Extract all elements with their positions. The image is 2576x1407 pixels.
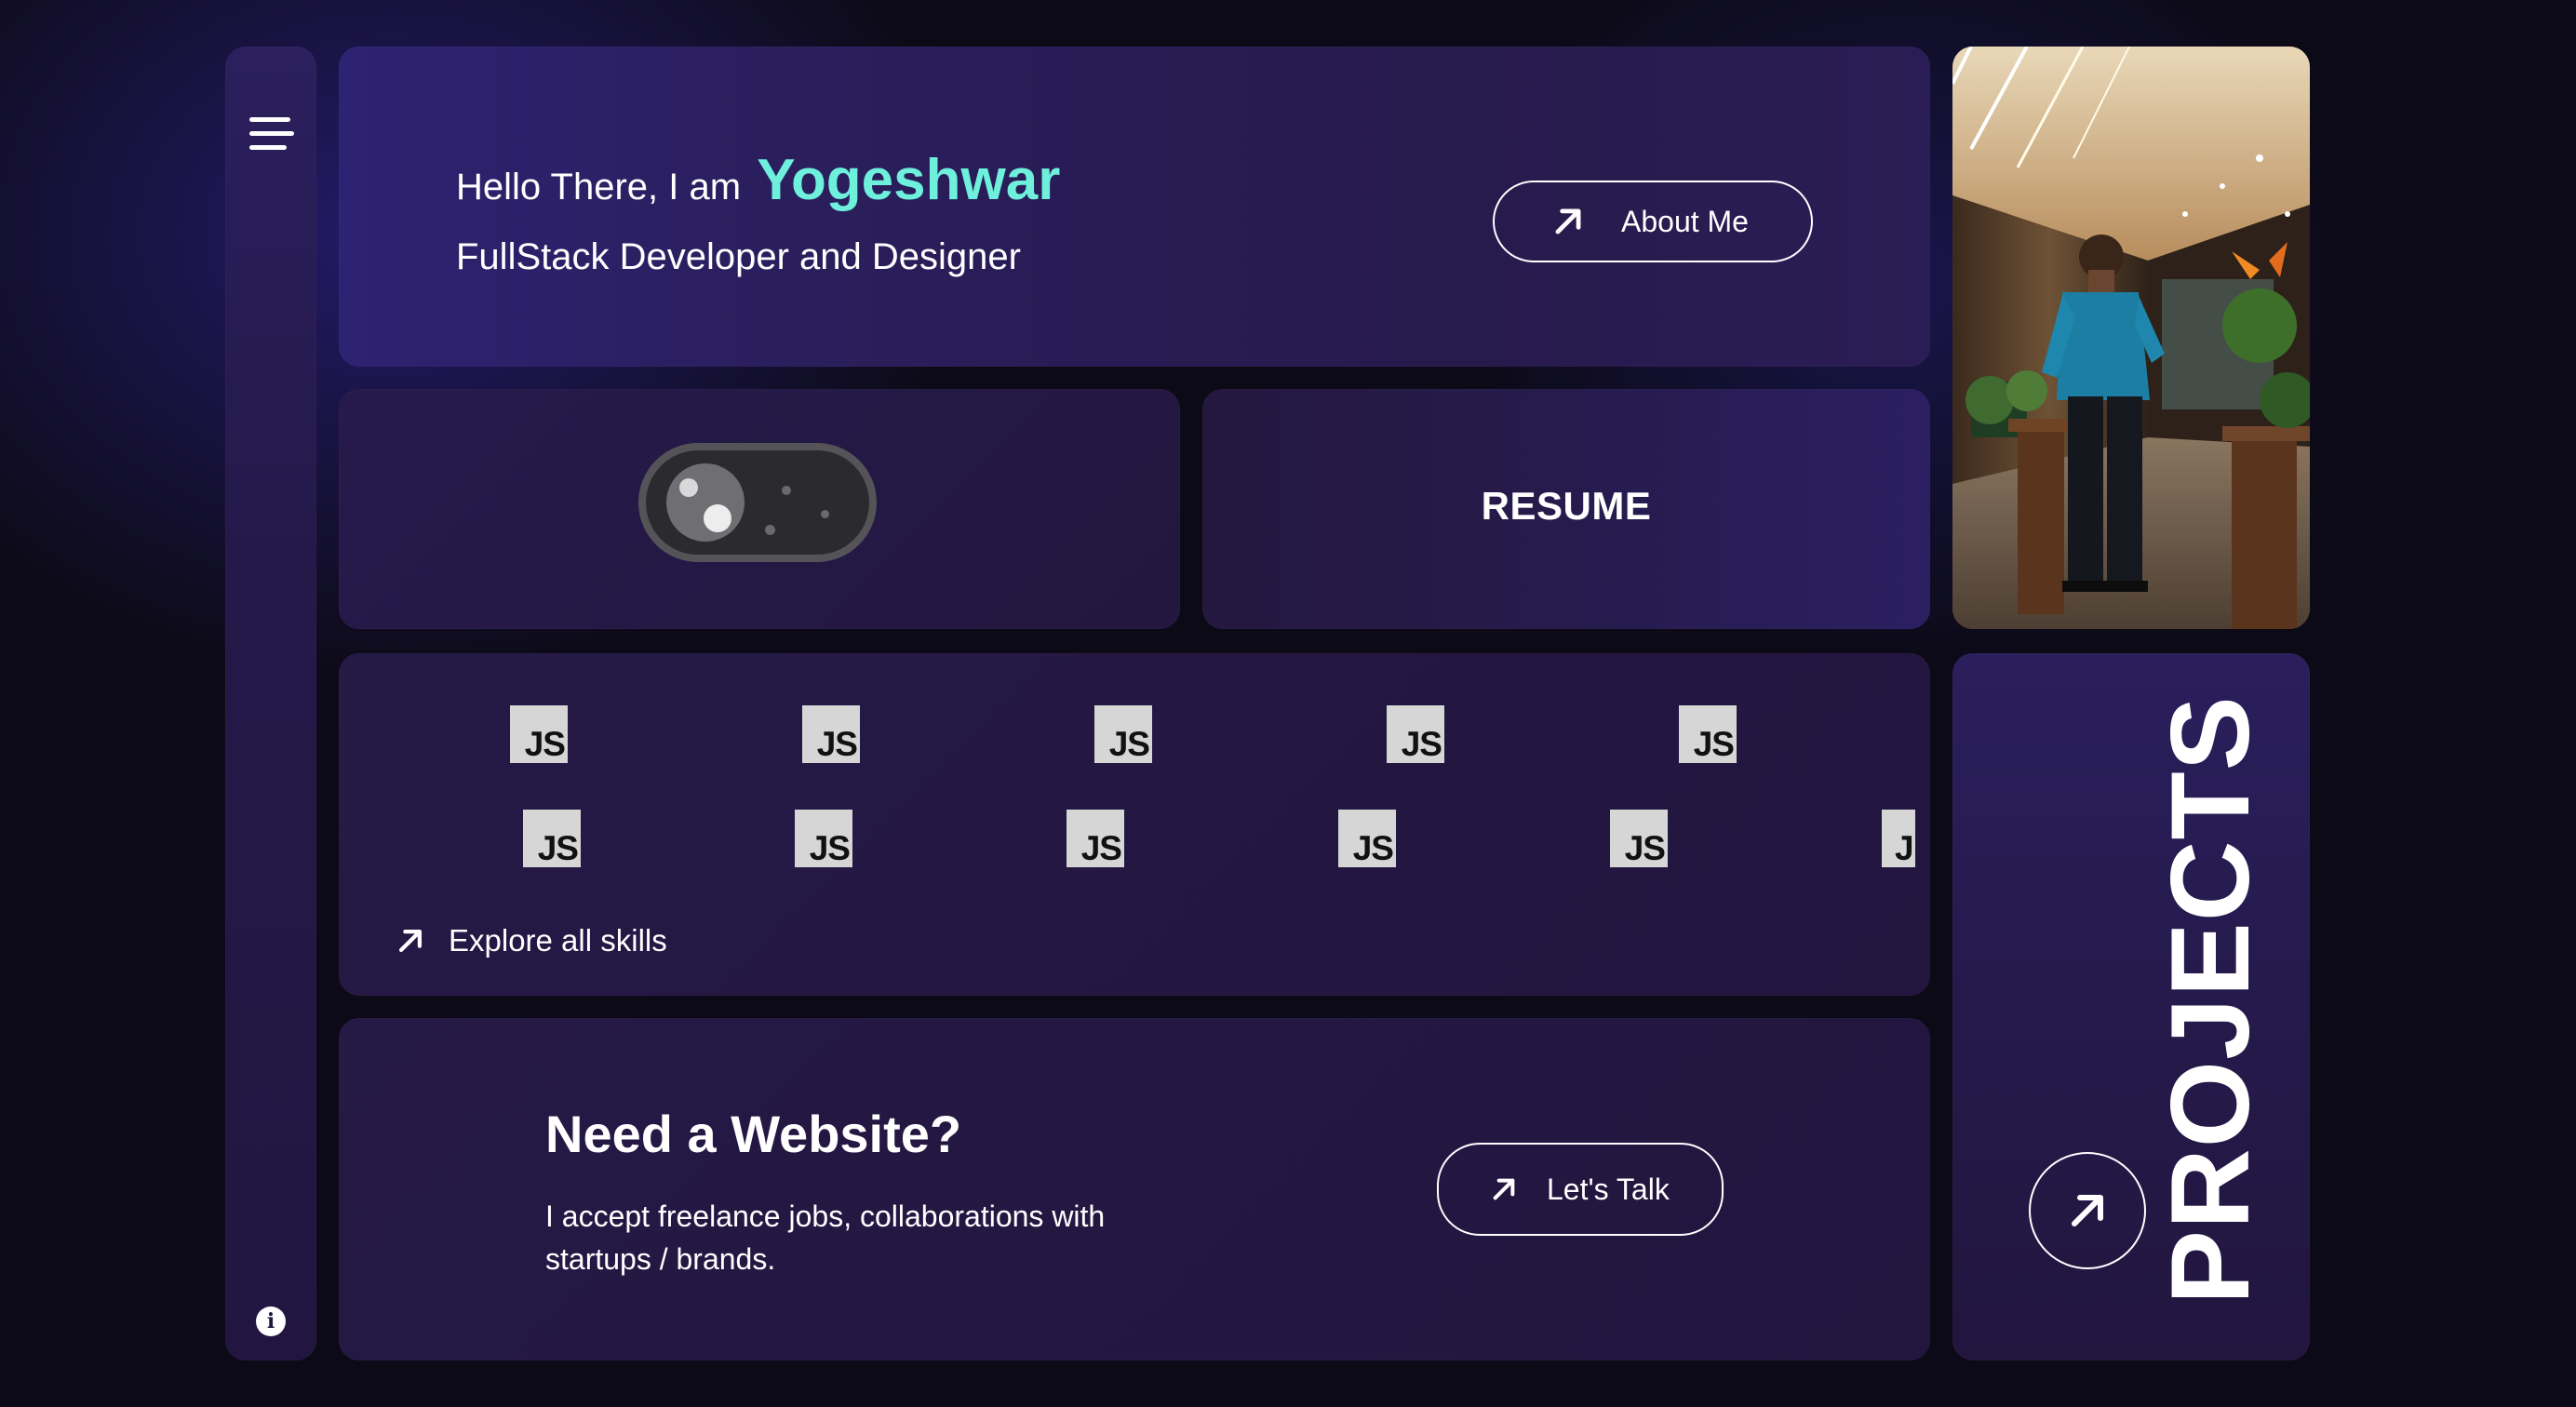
javascript-icon: JS — [510, 705, 568, 763]
arrow-up-right-icon — [1493, 1178, 1515, 1200]
javascript-icon: JS — [1094, 705, 1152, 763]
greeting-line: Hello There, I am Yogeshwar — [456, 147, 1060, 213]
javascript-icon: JS — [523, 810, 581, 867]
star-dot — [782, 486, 791, 495]
star-dot — [765, 525, 775, 535]
profile-photo — [1952, 47, 2310, 629]
projects-card: PROJECTS — [1952, 653, 2310, 1360]
javascript-icon: JS — [1610, 810, 1668, 867]
hero-name: Yogeshwar — [757, 148, 1061, 212]
arrow-up-right-icon — [1555, 208, 1581, 234]
theme-toggle-card — [339, 389, 1180, 629]
hamburger-menu-icon[interactable] — [246, 112, 296, 156]
explore-skills-label: Explore all skills — [449, 923, 667, 958]
portfolio-page: i Hello There, I am Yogeshwar FullStack … — [0, 0, 2576, 1407]
info-icon[interactable]: i — [256, 1306, 286, 1336]
hero-role: FullStack Developer and Designer — [456, 236, 1021, 277]
javascript-icon: J — [1882, 810, 1915, 867]
lets-talk-button[interactable]: Let's Talk — [1437, 1143, 1724, 1236]
projects-label: PROJECTS — [2148, 695, 2273, 1305]
skills-card: JS JS JS JS JS JS JS JS JS JS J Explore … — [339, 653, 1930, 996]
javascript-icon: JS — [1338, 810, 1396, 867]
javascript-icon: JS — [802, 705, 860, 763]
hire-me-card: Need a Website? I accept freelance jobs,… — [339, 1018, 1930, 1360]
star-dot — [821, 510, 829, 518]
sidebar: i — [225, 47, 316, 1360]
javascript-icon: JS — [1067, 810, 1124, 867]
about-me-button[interactable]: About Me — [1493, 181, 1813, 262]
javascript-icon: JS — [1679, 705, 1737, 763]
resume-card[interactable]: RESUME — [1202, 389, 1930, 629]
hero-card: Hello There, I am Yogeshwar FullStack De… — [339, 47, 1930, 367]
moon-toggle-icon[interactable] — [638, 443, 877, 562]
about-me-label: About Me — [1621, 204, 1749, 238]
javascript-icon: JS — [795, 810, 852, 867]
greeting-text: Hello There, I am — [456, 167, 742, 208]
profile-photo-illustration — [1952, 47, 2310, 629]
explore-skills-link[interactable]: Explore all skills — [395, 923, 667, 958]
hire-me-title: Need a Website? — [545, 1105, 962, 1163]
projects-link-button[interactable] — [2029, 1152, 2146, 1269]
toggle-knob — [666, 463, 745, 542]
hire-me-description: I accept freelance jobs, collaborations … — [545, 1199, 1106, 1276]
javascript-icon: JS — [1387, 705, 1444, 763]
arrow-up-right-icon — [398, 929, 423, 953]
lets-talk-label: Let's Talk — [1547, 1172, 1670, 1206]
resume-label: RESUME — [1481, 484, 1652, 528]
arrow-up-right-icon — [2072, 1195, 2103, 1226]
